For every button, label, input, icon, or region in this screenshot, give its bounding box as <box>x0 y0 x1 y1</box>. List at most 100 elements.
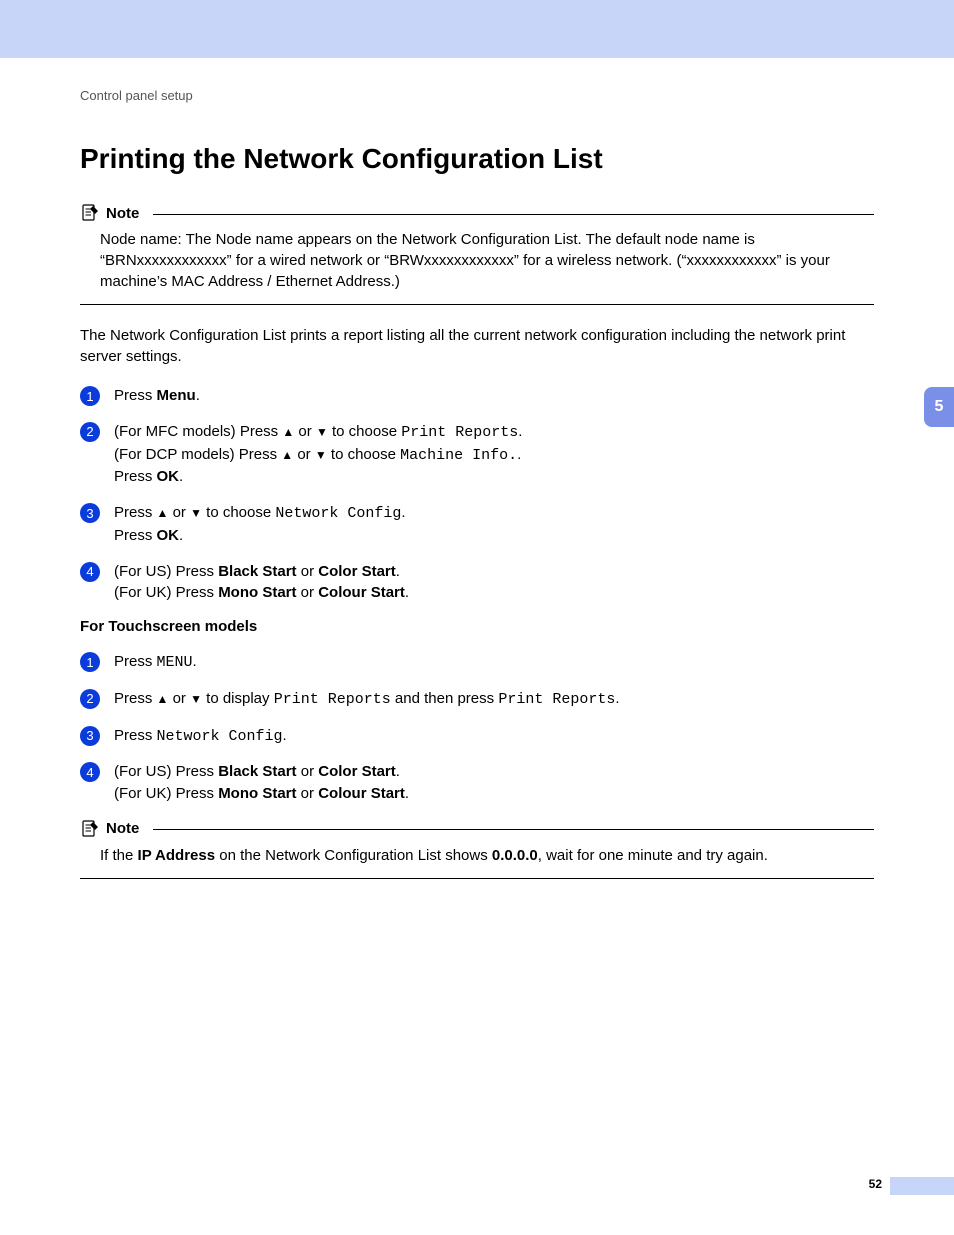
down-arrow-icon: ▼ <box>190 506 202 520</box>
page-accent <box>890 1177 954 1195</box>
bold-text: Colour Start <box>318 584 405 601</box>
mono-text: Machine Info. <box>400 447 517 464</box>
text-part: . <box>405 785 409 802</box>
page-title: Printing the Network Configuration List <box>80 143 874 175</box>
up-arrow-icon: ▲ <box>281 448 293 462</box>
note-icon <box>80 819 100 839</box>
step-text: Press ▲ or ▼ to display Print Reports an… <box>114 688 620 711</box>
bold-text: Color Start <box>318 763 396 780</box>
bold-text: Color Start <box>318 563 396 580</box>
intro-text: The Network Configuration List prints a … <box>80 325 874 367</box>
bold-text: IP Address <box>138 847 216 864</box>
text-part: . <box>518 423 522 440</box>
note-header: Note <box>80 203 874 223</box>
text-part: . <box>196 387 200 404</box>
text-part: (For DCP models) Press <box>114 446 281 463</box>
text-part: to display <box>202 690 274 707</box>
mono-text: Print Reports <box>274 691 391 708</box>
mono-text: Network Config <box>157 728 283 745</box>
menu-bold: Menu <box>157 387 196 404</box>
text-part: to choose <box>327 446 400 463</box>
page-content: Control panel setup Printing the Network… <box>0 58 954 879</box>
step-bullet: 1 <box>80 386 100 406</box>
step-bullet: 2 <box>80 422 100 442</box>
step-text: (For US) Press Black Start or Color Star… <box>114 561 409 605</box>
text-part: or <box>297 584 319 601</box>
text-part: on the Network Configuration List shows <box>215 847 492 864</box>
text-part: . <box>179 468 183 485</box>
note-header-2: Note <box>80 819 874 839</box>
note-rule <box>153 829 874 830</box>
text-part: Press <box>114 690 157 707</box>
bold-text: Mono Start <box>218 584 296 601</box>
bold-text: Black Start <box>218 763 296 780</box>
text-part: . <box>517 446 521 463</box>
text-part: , wait for one minute and try again. <box>538 847 768 864</box>
text-part: . <box>193 653 197 670</box>
step-bullet: 3 <box>80 503 100 523</box>
step-bullet: 3 <box>80 726 100 746</box>
text-part: (For MFC models) Press <box>114 423 282 440</box>
text-part: (For US) Press <box>114 763 218 780</box>
text-part: . <box>283 727 287 744</box>
step-text: (For US) Press Black Start or Color Star… <box>114 761 409 805</box>
text-part: or <box>297 785 319 802</box>
text-part: or <box>168 690 190 707</box>
up-arrow-icon: ▲ <box>282 425 294 439</box>
text-part: . <box>401 504 405 521</box>
text-part: . <box>405 584 409 601</box>
text-part: or <box>297 763 319 780</box>
text-part: or <box>297 563 319 580</box>
text-part: Press <box>114 653 157 670</box>
down-arrow-icon: ▼ <box>316 425 328 439</box>
text-part: Press <box>114 504 157 521</box>
down-arrow-icon: ▼ <box>315 448 327 462</box>
note-body: Node name: The Node name appears on the … <box>80 229 874 305</box>
step-bullet: 4 <box>80 762 100 782</box>
step-b3: 3 Press Network Config. <box>80 725 874 748</box>
bold-text: Black Start <box>218 563 296 580</box>
text-part: (For UK) Press <box>114 584 218 601</box>
ok-bold: OK <box>157 468 180 485</box>
mono-text: MENU <box>157 654 193 671</box>
text-part: or <box>168 504 190 521</box>
step-text: Press ▲ or ▼ to choose Network Config. P… <box>114 502 406 547</box>
step-3: 3 Press ▲ or ▼ to choose Network Config.… <box>80 502 874 547</box>
text-part: . <box>396 563 400 580</box>
subhead: For Touchscreen models <box>80 618 874 635</box>
text-part: and then press <box>391 690 499 707</box>
note-body-2: If the IP Address on the Network Configu… <box>80 845 874 879</box>
note-rule <box>153 214 874 215</box>
text-part: to choose <box>328 423 401 440</box>
chapter-tab: 5 <box>924 387 954 427</box>
step-bullet: 4 <box>80 562 100 582</box>
text-part: (For US) Press <box>114 563 218 580</box>
step-b2: 2 Press ▲ or ▼ to display Print Reports … <box>80 688 874 711</box>
text-part: (For UK) Press <box>114 785 218 802</box>
text-part: Press <box>114 727 157 744</box>
step-text: Press Menu. <box>114 385 200 407</box>
note-label: Note <box>106 820 139 837</box>
mono-text: Print Reports <box>498 691 615 708</box>
mono-text: Network Config <box>275 505 401 522</box>
step-text: (For MFC models) Press ▲ or ▼ to choose … <box>114 421 522 488</box>
text-part: . <box>179 527 183 544</box>
note-icon <box>80 203 100 223</box>
step-2: 2 (For MFC models) Press ▲ or ▼ to choos… <box>80 421 874 488</box>
up-arrow-icon: ▲ <box>157 506 169 520</box>
text-part: Press <box>114 387 157 404</box>
text-part: . <box>396 763 400 780</box>
header-bar <box>0 0 954 58</box>
ok-bold: OK <box>157 527 180 544</box>
page-number: 52 <box>869 1177 882 1191</box>
note-label: Note <box>106 205 139 222</box>
text-part: to choose <box>202 504 275 521</box>
step-bullet: 1 <box>80 652 100 672</box>
down-arrow-icon: ▼ <box>190 692 202 706</box>
text-part: . <box>615 690 619 707</box>
step-text: Press MENU. <box>114 651 197 674</box>
step-4: 4 (For US) Press Black Start or Color St… <box>80 561 874 605</box>
text-part: Press <box>114 468 157 485</box>
bold-text: 0.0.0.0 <box>492 847 538 864</box>
text-part: Press <box>114 527 157 544</box>
